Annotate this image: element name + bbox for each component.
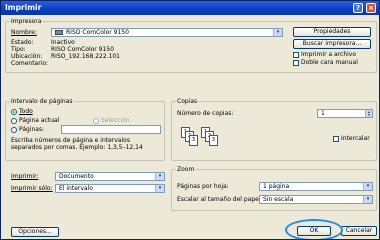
scale-value: Sin escala [263, 196, 294, 203]
spin-arrows-icon[interactable]: ▴ ▾ [365, 110, 372, 117]
copies-group-title: Copias [176, 98, 199, 105]
current-page-label: Página actual [19, 117, 60, 124]
collate-sheet-icon: 3 [209, 135, 218, 146]
printer-name-value: RISO ComColor 9150 [66, 29, 129, 36]
printer-name-label: Nombre: [11, 29, 37, 36]
collate-sheet-icon: 3 [189, 135, 198, 146]
scale-select[interactable]: Sin escala ▾ [259, 195, 373, 204]
collate-label: Intercalar [341, 135, 370, 142]
selection-radio [93, 118, 99, 124]
ok-highlight-ring [285, 219, 343, 239]
properties-button[interactable]: Propiedades [293, 27, 371, 37]
print-label: Imprimir: [11, 173, 39, 180]
zoom-group-title: Zoom [176, 166, 196, 173]
print-value: Documento [59, 173, 94, 180]
cancel-button[interactable]: Cancelar [341, 226, 377, 236]
pages-input[interactable] [61, 125, 161, 134]
chevron-down-icon[interactable]: ▾ [155, 173, 164, 180]
location-label: Ubicación: [11, 53, 43, 60]
type-value: RISO ComColor 9150 [51, 46, 114, 53]
chevron-down-icon[interactable]: ▾ [363, 183, 372, 190]
page-range-hint: Escriba números de página e intervalos s… [11, 137, 143, 151]
copies-number-input[interactable]: 1 ▴ ▾ [317, 109, 373, 118]
duplex-label: Doble cara manual [301, 59, 358, 66]
all-pages-radio[interactable] [11, 109, 17, 115]
chevron-down-icon[interactable]: ▾ [363, 196, 372, 203]
status-value: Inactivo [51, 39, 75, 46]
window-title: Imprimir [5, 3, 42, 12]
all-pages-label: Todo [19, 108, 33, 115]
printer-name-select[interactable]: RISO ComColor 9150 ▾ [51, 28, 283, 37]
collate-checkbox[interactable] [333, 136, 339, 142]
print-select[interactable]: Documento ▾ [55, 172, 165, 181]
status-label: Estado: [11, 39, 34, 46]
title-bar[interactable]: Imprimir ? × [1, 1, 379, 15]
duplex-checkbox[interactable] [293, 60, 299, 66]
location-value: RISO_192.168.222.101 [51, 53, 120, 60]
pages-radio[interactable] [11, 127, 17, 133]
printer-group-title: Impresora [10, 18, 43, 25]
current-page-radio[interactable] [11, 118, 17, 124]
scale-label: Escalar al tamaño del papel: [177, 196, 263, 203]
chevron-down-icon[interactable]: ▾ [273, 29, 282, 36]
page-range-group-title: Intervalo de páginas [10, 98, 74, 105]
print-to-file-label: Imprimir a archivo [301, 51, 357, 58]
pages-per-sheet-value: 1 página [263, 183, 290, 190]
find-printer-button[interactable]: Buscar impresora... [293, 39, 371, 49]
type-label: Tipo: [11, 46, 26, 53]
close-icon[interactable]: × [366, 3, 376, 13]
comment-label: Comentario: [11, 60, 49, 67]
print-to-file-checkbox[interactable] [293, 52, 299, 58]
copies-number-label: Número de copias: [177, 110, 234, 117]
help-icon[interactable]: ? [353, 3, 363, 13]
print-only-select[interactable]: El intervalo ▾ [55, 184, 165, 193]
selection-label: Selección [101, 117, 130, 124]
print-only-value: El intervalo [59, 185, 93, 192]
print-only-label: Imprimir sólo: [11, 185, 53, 192]
print-dialog: Imprimir ? × Impresora Nombre: RISO ComC… [0, 0, 380, 240]
options-button[interactable]: Opciones... [11, 227, 59, 237]
pages-per-sheet-select[interactable]: 1 página ▾ [259, 182, 373, 191]
pages-label: Páginas: [19, 126, 45, 133]
pages-per-sheet-label: Páginas por hoja: [177, 183, 229, 190]
printer-icon [55, 30, 63, 35]
copies-number-value: 1 [321, 110, 325, 117]
chevron-down-icon[interactable]: ▾ [155, 185, 164, 192]
